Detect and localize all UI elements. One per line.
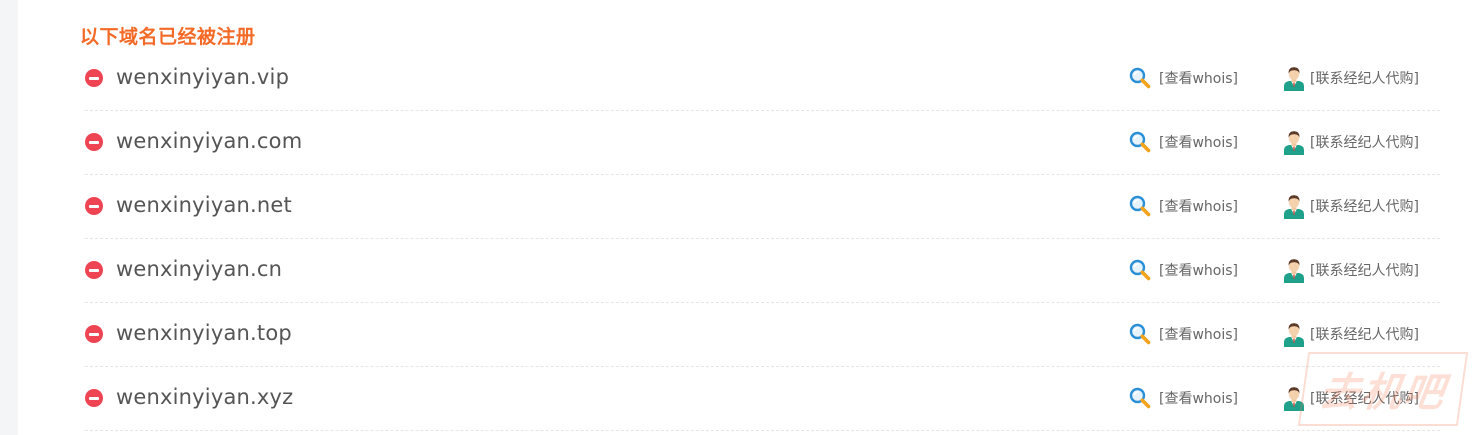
domain-row: wenxinyiyan.cn [查看whois] [联系经纪人代购] <box>85 239 1440 303</box>
contact-broker-label: [联系经纪人代购] <box>1310 199 1419 215</box>
magnifier-icon <box>1129 67 1151 89</box>
contact-broker-link[interactable]: [联系经纪人代购] <box>1282 129 1419 155</box>
agent-avatar-icon <box>1282 65 1306 91</box>
domain-row: wenxinyiyan.xyz [查看whois] [联系经纪人代购] <box>85 367 1440 431</box>
domain-name: wenxinyiyan.vip <box>116 65 290 89</box>
no-entry-icon <box>85 69 103 87</box>
agent-avatar-icon <box>1282 321 1306 347</box>
contact-broker-label: [联系经纪人代购] <box>1310 263 1419 279</box>
domain-name: wenxinyiyan.xyz <box>116 385 294 409</box>
agent-avatar-icon <box>1282 129 1306 155</box>
contact-broker-link[interactable]: [联系经纪人代购] <box>1282 257 1419 283</box>
contact-broker-link[interactable]: [联系经纪人代购] <box>1282 321 1419 347</box>
no-entry-icon <box>85 197 103 215</box>
view-whois-link[interactable]: [查看whois] <box>1129 258 1238 282</box>
view-whois-label: [查看whois] <box>1159 199 1238 215</box>
no-entry-icon <box>85 261 103 279</box>
section-title: 以下域名已经被注册 <box>80 26 256 48</box>
registered-domain-list: wenxinyiyan.vip [查看whois] [联系经纪人代购] wenx… <box>85 47 1440 431</box>
view-whois-link[interactable]: [查看whois] <box>1129 194 1238 218</box>
view-whois-link[interactable]: [查看whois] <box>1129 66 1238 90</box>
view-whois-link[interactable]: [查看whois] <box>1129 130 1238 154</box>
domain-name: wenxinyiyan.com <box>116 129 303 153</box>
domain-row: wenxinyiyan.net [查看whois] [联系经纪人代购] <box>85 175 1440 239</box>
agent-avatar-icon <box>1282 193 1306 219</box>
magnifier-icon <box>1129 387 1151 409</box>
no-entry-icon <box>85 325 103 343</box>
domain-row: wenxinyiyan.com [查看whois] [联系经纪人代购] <box>85 111 1440 175</box>
magnifier-icon <box>1129 131 1151 153</box>
view-whois-label: [查看whois] <box>1159 391 1238 407</box>
domain-name: wenxinyiyan.cn <box>116 257 283 281</box>
contact-broker-link[interactable]: [联系经纪人代购] <box>1282 65 1419 91</box>
contact-broker-label: [联系经纪人代购] <box>1310 71 1419 87</box>
contact-broker-label: [联系经纪人代购] <box>1310 327 1419 343</box>
agent-avatar-icon <box>1282 385 1306 411</box>
domain-name: wenxinyiyan.top <box>116 321 292 345</box>
view-whois-link[interactable]: [查看whois] <box>1129 386 1238 410</box>
view-whois-link[interactable]: [查看whois] <box>1129 322 1238 346</box>
no-entry-icon <box>85 133 103 151</box>
contact-broker-link[interactable]: [联系经纪人代购] <box>1282 385 1419 411</box>
view-whois-label: [查看whois] <box>1159 327 1238 343</box>
domain-row: wenxinyiyan.top [查看whois] [联系经纪人代购] <box>85 303 1440 367</box>
contact-broker-label: [联系经纪人代购] <box>1310 135 1419 151</box>
contact-broker-label: [联系经纪人代购] <box>1310 391 1419 407</box>
magnifier-icon <box>1129 195 1151 217</box>
view-whois-label: [查看whois] <box>1159 135 1238 151</box>
domain-row: wenxinyiyan.vip [查看whois] [联系经纪人代购] <box>85 47 1440 111</box>
magnifier-icon <box>1129 323 1151 345</box>
no-entry-icon <box>85 389 103 407</box>
view-whois-label: [查看whois] <box>1159 263 1238 279</box>
agent-avatar-icon <box>1282 257 1306 283</box>
contact-broker-link[interactable]: [联系经纪人代购] <box>1282 193 1419 219</box>
view-whois-label: [查看whois] <box>1159 71 1238 87</box>
domain-name: wenxinyiyan.net <box>116 193 292 217</box>
results-panel: 以下域名已经被注册 wenxinyiyan.vip [查看whois] [联系经… <box>18 0 1472 435</box>
magnifier-icon <box>1129 259 1151 281</box>
